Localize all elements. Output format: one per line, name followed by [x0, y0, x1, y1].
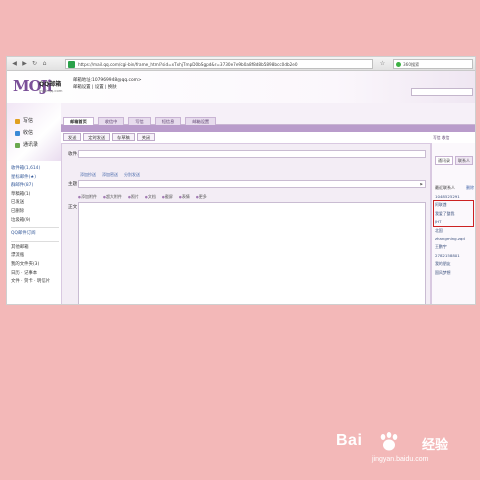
write-mail-button[interactable]: 写信 [15, 117, 33, 125]
folder-deleted[interactable]: 已删除 [11, 208, 59, 217]
close-button[interactable]: 关闭 [136, 133, 156, 141]
folder-subscriptions[interactable]: QQ邮件订阅 [11, 230, 59, 239]
contact-item[interactable]: 2782158801 [435, 252, 475, 260]
pencil-icon [15, 119, 20, 124]
large-attach-button[interactable]: 超大附件 [103, 194, 122, 201]
folder-drafts[interactable]: 草稿箱(1) [11, 191, 59, 200]
contacts-button[interactable]: 通讯录 [15, 141, 38, 149]
to-field[interactable] [78, 150, 426, 158]
folder-list: 收件箱(1,614) 星标邮件(★) 群邮件(87) 草稿箱(1) 已发送 已删… [11, 165, 59, 287]
attach-file-button[interactable]: 添加附件 [78, 194, 97, 201]
back-icon[interactable]: ◀ [11, 60, 18, 67]
subject-label: 主题 [68, 182, 78, 187]
main-tabs: 邮箱首页 收信中 写信 短信息 邮箱设置 [63, 117, 217, 125]
contact-item[interactable]: 北国 [435, 227, 475, 235]
baidu-jingyan-watermark: Bai 经验 jingyan.baidu.com [336, 430, 466, 470]
secure-icon [68, 61, 75, 68]
logo-domain: mail.qq.com [39, 88, 63, 93]
account-address: 邮箱地址:107969948@qq.com> [73, 78, 142, 83]
folder-other-mailbox[interactable]: 其他邮箱 [11, 244, 59, 253]
emoji-button[interactable]: 表情 [179, 194, 190, 201]
folder-bottle[interactable]: 漂流瓶 [11, 252, 59, 261]
browser-toolbar: ◀ ▶ ↻ ⌂ https://mail.qq.com/cgi-bin/fram… [7, 57, 475, 71]
contacts-panel: 通讯录 联系人 最近联系人 删除 1048525291 阿联酋 我爱了整我 JH… [431, 143, 475, 304]
recipient-options: 添加抄送 添加密送 分别发送 [80, 172, 140, 178]
folder-calendar[interactable]: 日历 · 记事本 [11, 270, 59, 279]
logo-brand: QQ邮箱 [39, 81, 62, 88]
envelope-icon [15, 131, 20, 136]
watermark-url: jingyan.baidu.com [372, 456, 429, 463]
watermark-bai: Bai [336, 432, 363, 449]
compose-form: 收件人 添加抄送 添加密送 分别发送 主题 ⚑ 添加附件 超大附件 照片 文档 … [61, 143, 431, 304]
tab-settings[interactable]: 邮箱设置 [185, 117, 217, 125]
url-text: https://mail.qq.com/cgi-bin/frame_html?s… [78, 62, 298, 67]
save-draft-button[interactable]: 存草稿 [112, 133, 135, 141]
contact-item[interactable]: 国风梦想 [435, 269, 475, 277]
send-button[interactable]: 发送 [63, 133, 82, 141]
scheduled-send-button[interactable]: 定时发送 [83, 133, 111, 141]
body-editor[interactable] [78, 202, 426, 304]
write-mail-label: 写信 [23, 118, 34, 124]
folder-starred[interactable]: 星标邮件(★) [11, 174, 59, 183]
separate-send-link[interactable]: 分别发送 [124, 172, 140, 178]
format-toolbar: 添加附件 超大附件 照片 文档 截屏 表情 更多 [78, 194, 207, 201]
tab-compose[interactable]: 写信 [128, 117, 151, 125]
contacts-label: 通讯录 [23, 142, 39, 148]
screenshot-frame: ◀ ▶ ↻ ⌂ https://mail.qq.com/cgi-bin/fram… [6, 56, 476, 305]
delete-contacts-link[interactable]: 删除 [466, 185, 474, 191]
compose-toolbar: 发送 定时发送 存草稿 关闭 [61, 133, 156, 142]
body-label: 正文 [68, 205, 78, 210]
forward-icon[interactable]: ▶ [21, 60, 28, 67]
contact-item[interactable]: 我的朋友 [435, 260, 475, 268]
tab-address-book[interactable]: 通讯录 [435, 156, 453, 165]
folder-my-folders[interactable]: 我的文件夹(3) [11, 261, 59, 270]
priority-icon[interactable]: ⚑ [419, 182, 423, 187]
paw-icon [380, 432, 398, 451]
folder-divider [11, 227, 59, 229]
subject-field[interactable]: ⚑ [78, 180, 426, 188]
folder-files[interactable]: 文件 · 贺卡 · 明信片 [11, 278, 59, 287]
folder-spam[interactable]: 垃圾箱(9) [11, 217, 59, 226]
folder-sent[interactable]: 已发送 [11, 199, 59, 208]
folder-group[interactable]: 群邮件(87) [11, 182, 59, 191]
more-button[interactable]: 更多 [196, 194, 207, 201]
account-info: 邮箱地址:107969948@qq.com> 邮箱设置 | 设置 | 换肤 [73, 77, 142, 91]
contacts-icon [15, 143, 20, 148]
watermark-jingyan: 经验 [422, 438, 449, 453]
document-button[interactable]: 文档 [145, 194, 156, 201]
home-icon[interactable]: ⌂ [41, 60, 48, 67]
refresh-icon[interactable]: ↻ [31, 60, 38, 67]
search-engine-icon [396, 62, 401, 67]
photo-button[interactable]: 照片 [128, 194, 139, 201]
tab-contacts[interactable]: 联系人 [455, 156, 473, 165]
browser-search-box[interactable]: 360搜索 [393, 59, 473, 69]
highlight-annotation-box [433, 200, 474, 227]
tab-sms[interactable]: 短信息 [154, 117, 182, 125]
tab-inbox[interactable]: 收信中 [97, 117, 125, 125]
receive-mail-button[interactable]: 收信 [15, 129, 33, 137]
mail-search-input[interactable] [411, 88, 473, 96]
contact-item[interactable]: zhangming.zqd [435, 235, 475, 243]
right-header-links[interactable]: 写信 收信 [433, 135, 449, 141]
browser-search-placeholder: 360搜索 [403, 62, 420, 67]
add-bcc-link[interactable]: 添加密送 [102, 172, 118, 178]
star-icon[interactable]: ☆ [379, 60, 386, 67]
folder-divider [11, 240, 59, 242]
add-cc-link[interactable]: 添加抄送 [80, 172, 96, 178]
account-links[interactable]: 邮箱设置 | 设置 | 换肤 [73, 84, 142, 91]
receive-mail-label: 收信 [23, 130, 34, 136]
contacts-tabs: 通讯录 联系人 [435, 156, 473, 165]
contact-item[interactable]: 王鹏宇 [435, 243, 475, 251]
address-bar[interactable]: https://mail.qq.com/cgi-bin/frame_html?s… [65, 59, 373, 69]
screenshot-button[interactable]: 截屏 [162, 194, 173, 201]
folder-inbox[interactable]: 收件箱(1,614) [11, 165, 59, 174]
title-strip [61, 125, 475, 132]
mail-header: MOJi QQ邮箱 mail.qq.com 邮箱地址:107969948@qq.… [7, 71, 475, 103]
tab-home[interactable]: 邮箱首页 [63, 117, 94, 125]
recent-contacts-label: 最近联系人 [435, 185, 455, 190]
qq-mail-logo[interactable]: MOJi QQ邮箱 mail.qq.com [13, 77, 69, 99]
